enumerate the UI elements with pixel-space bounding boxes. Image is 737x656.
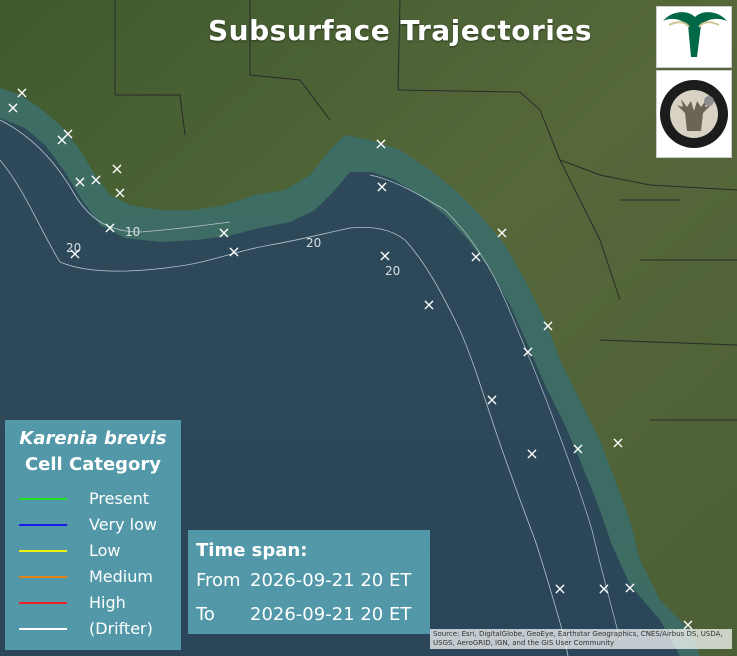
legend-swatch <box>19 628 67 630</box>
drifter-marker[interactable]: × <box>227 242 240 261</box>
legend-item-high: High <box>19 593 179 613</box>
drifter-marker[interactable]: × <box>378 246 391 265</box>
legend-item-low: Low <box>19 541 179 561</box>
timespan-panel: Time span: From 2026-09-21 20 ET To 2026-0… <box>188 530 430 634</box>
legend-swatch <box>19 602 67 604</box>
map-attribution[interactable]: Source: Esri, DigitalGlobe, GeoEye, Eart… <box>430 629 732 649</box>
drifter-marker[interactable]: × <box>6 98 19 117</box>
drifter-marker[interactable]: × <box>68 244 81 263</box>
drifter-marker[interactable]: × <box>113 183 126 202</box>
drifter-marker[interactable]: × <box>469 247 482 266</box>
timespan-to-value: 2026-09-21 20 ET <box>250 604 412 625</box>
fwc-logo <box>656 70 732 158</box>
legend-species-title: Karenia brevis <box>19 428 167 449</box>
legend-item-drifter: (Drifter) <box>19 619 179 639</box>
drifter-marker[interactable]: × <box>495 223 508 242</box>
timespan-label: Time span: <box>196 540 308 561</box>
contour-label-10: 10 <box>125 225 140 239</box>
drifter-marker[interactable]: × <box>217 223 230 242</box>
drifter-marker[interactable]: × <box>525 444 538 463</box>
drifter-marker[interactable]: × <box>110 159 123 178</box>
map-view[interactable]: 10 20 20 20 × × × × × × × × × × × × × × × × × × × × × × × × × × × ×… <box>0 0 737 656</box>
drifter-marker[interactable]: × <box>597 579 610 598</box>
legend-label: Low <box>89 541 121 560</box>
legend-label: High <box>89 593 126 612</box>
legend-swatch <box>19 576 67 578</box>
drifter-marker[interactable]: × <box>553 579 566 598</box>
legend-item-very-low: Very low <box>19 515 179 535</box>
legend-label: (Drifter) <box>89 619 153 638</box>
timespan-from-row: From 2026-09-21 20 ET <box>196 570 411 591</box>
drifter-marker[interactable]: × <box>55 130 68 149</box>
legend-label: Present <box>89 489 150 508</box>
contour-label-20-b: 20 <box>306 236 321 250</box>
drifter-marker[interactable]: × <box>422 295 435 314</box>
legend-swatch <box>19 524 67 526</box>
legend-label: Medium <box>89 567 153 586</box>
drifter-marker[interactable]: × <box>611 433 624 452</box>
drifter-marker[interactable]: × <box>375 177 388 196</box>
timespan-to-label: To <box>196 604 215 625</box>
drifter-marker[interactable]: × <box>623 578 636 597</box>
legend-item-medium: Medium <box>19 567 179 587</box>
timespan-to-row: To 2026-09-21 20 ET <box>196 604 411 625</box>
drifter-marker[interactable]: × <box>571 439 584 458</box>
usf-bull-horns-icon <box>663 12 727 58</box>
drifter-marker[interactable]: × <box>89 170 102 189</box>
drifter-marker[interactable]: × <box>521 342 534 361</box>
timespan-from-value: 2026-09-21 20 ET <box>250 570 412 591</box>
timespan-from-label: From <box>196 570 241 591</box>
legend-swatch <box>19 550 67 552</box>
usf-logo <box>656 6 732 68</box>
legend-label: Very low <box>89 515 157 534</box>
drifter-marker[interactable]: × <box>103 218 116 237</box>
legend-swatch <box>19 498 67 500</box>
drifter-marker[interactable]: × <box>374 134 387 153</box>
drifter-marker[interactable]: × <box>73 172 86 191</box>
legend-panel: Karenia brevis Cell Category Present Ver… <box>5 420 181 650</box>
drifter-marker[interactable]: × <box>485 390 498 409</box>
legend-item-present: Present <box>19 489 179 509</box>
drifter-marker[interactable]: × <box>541 316 554 335</box>
legend-category-title: Cell Category <box>24 454 162 475</box>
contour-label-20-c: 20 <box>385 264 400 278</box>
map-title: Subsurface Trajectories <box>207 14 593 47</box>
